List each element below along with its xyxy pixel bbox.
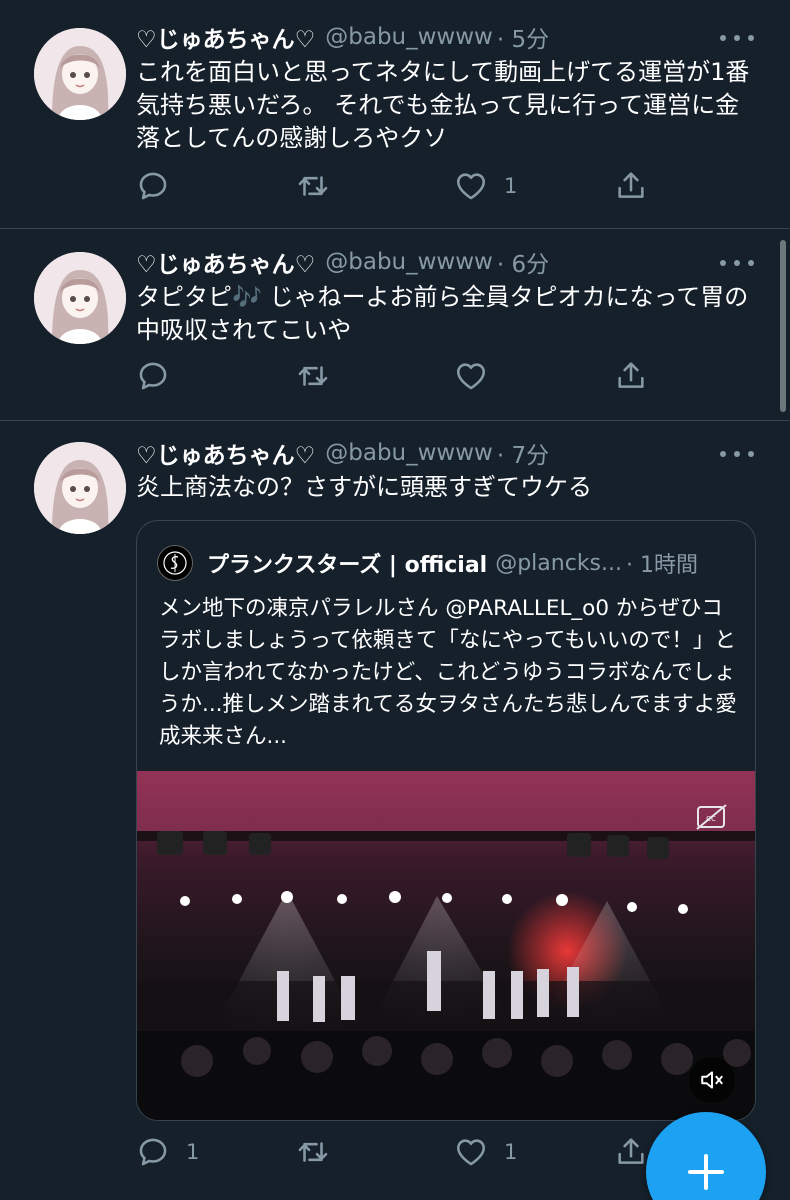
share-icon: [614, 1135, 648, 1169]
user-handle[interactable]: @babu_wwww: [325, 249, 493, 275]
quoted-tweet-text: メン地下の凍京パラレルさん @PARALLEL_o0 からぜひコラボしましょうっ…: [159, 596, 737, 749]
tweet-text: これを面白いと思ってネタにして動画上げてる運営が1番気持ち悪いだろ。 それでも金…: [136, 58, 750, 152]
video-player[interactable]: cc: [136, 771, 756, 1121]
avatar[interactable]: [34, 442, 126, 534]
tweet-header: ♡じゅあちゃん♡ @babu_wwww · 6分: [136, 245, 549, 279]
video-frame: [137, 771, 755, 1120]
avatar[interactable]: [34, 28, 126, 120]
like-count: 1: [504, 1140, 518, 1164]
like-count: 1: [504, 174, 518, 198]
tweet-text: 炎上商法なの？さすがに頭悪すぎてウケる: [136, 473, 592, 501]
tweet-text: タピタピ🎶 じゃねーよお前ら全員タピオカになって胃の中吸収されてこいや: [136, 283, 749, 344]
like-icon: [454, 169, 488, 203]
scrollbar[interactable]: [780, 240, 786, 412]
tweet-actions: 1: [136, 166, 656, 206]
like-icon: [454, 1135, 488, 1169]
retweet-button[interactable]: [296, 1132, 346, 1172]
retweet-icon: [296, 359, 330, 393]
timestamp[interactable]: · 5分: [497, 20, 549, 54]
tweet-actions: 1 1: [136, 1132, 656, 1172]
quoted-user-handle[interactable]: @plancks...: [495, 551, 622, 576]
retweet-button[interactable]: [296, 166, 346, 206]
more-icon[interactable]: [720, 28, 754, 48]
avatar[interactable]: [34, 252, 126, 344]
user-handle[interactable]: @babu_wwww: [325, 24, 493, 50]
retweet-icon: [296, 1135, 330, 1169]
retweet-icon: [296, 169, 330, 203]
timestamp[interactable]: · 6分: [497, 245, 549, 279]
share-icon: [614, 359, 648, 393]
user-handle[interactable]: @babu_wwww: [325, 440, 493, 466]
mute-icon[interactable]: [689, 1057, 735, 1103]
quoted-account-logo: [157, 545, 193, 581]
reply-button[interactable]: 1: [136, 1132, 199, 1172]
share-button[interactable]: [614, 1132, 648, 1172]
display-name[interactable]: ♡じゅあちゃん♡: [136, 20, 315, 54]
share-button[interactable]: [614, 166, 648, 206]
reply-icon: [136, 359, 170, 393]
quoted-tweet-header: プランクスターズ | official @plancks... · 1時間: [157, 545, 698, 581]
reply-icon: [136, 169, 170, 203]
quoted-timestamp[interactable]: · 1時間: [626, 547, 698, 579]
compose-plus-icon: [688, 1154, 724, 1190]
quoted-display-name[interactable]: プランクスターズ | official: [207, 547, 487, 579]
reply-icon: [136, 1135, 170, 1169]
tweet-2[interactable]: ♡じゅあちゃん♡ @babu_wwww · 6分 タピタピ🎶 じゃねーよお前ら全…: [0, 229, 790, 421]
like-button[interactable]: 1: [454, 1132, 517, 1172]
retweet-button[interactable]: [296, 356, 346, 396]
share-icon: [614, 169, 648, 203]
timestamp[interactable]: · 7分: [497, 436, 549, 470]
more-icon[interactable]: [720, 253, 754, 273]
captions-icon[interactable]: cc: [695, 803, 729, 831]
tweet-1[interactable]: ♡じゅあちゃん♡ @babu_wwww · 5分 これを面白いと思ってネタにして…: [0, 0, 790, 229]
reply-count: 1: [186, 1140, 200, 1164]
share-button[interactable]: [614, 356, 648, 396]
display-name[interactable]: ♡じゅあちゃん♡: [136, 436, 315, 470]
more-icon[interactable]: [720, 444, 754, 464]
like-button[interactable]: [454, 356, 504, 396]
tweet-header: ♡じゅあちゃん♡ @babu_wwww · 7分: [136, 436, 549, 470]
like-icon: [454, 359, 488, 393]
reply-button[interactable]: [136, 166, 186, 206]
tweet-actions: [136, 356, 656, 396]
tweet-header: ♡じゅあちゃん♡ @babu_wwww · 5分: [136, 20, 549, 54]
display-name[interactable]: ♡じゅあちゃん♡: [136, 245, 315, 279]
reply-button[interactable]: [136, 356, 186, 396]
like-button[interactable]: 1: [454, 166, 517, 206]
